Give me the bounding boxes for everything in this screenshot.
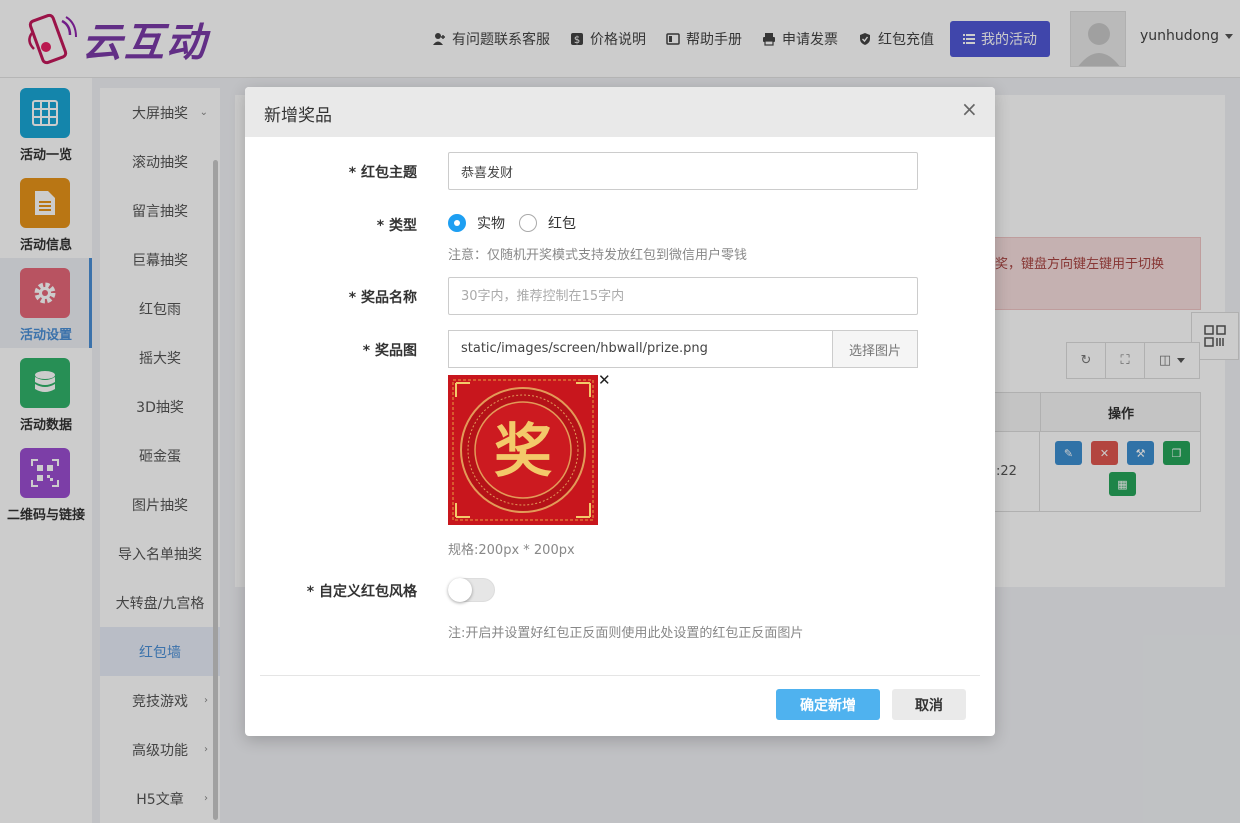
custom-style-toggle[interactable] bbox=[448, 578, 495, 602]
add-prize-dialog: 新增奖品 × * 红包主题 * 类型 实物 红包 注意：仅随机开奖模式支持发放红… bbox=[245, 87, 995, 736]
type-radio-red-packet[interactable]: 红包 bbox=[519, 213, 576, 233]
prize-image-character: 奖 bbox=[494, 417, 552, 485]
field-label-prize-name: * 奖品名称 bbox=[348, 290, 417, 306]
remove-image-icon[interactable]: ✕ bbox=[598, 371, 611, 389]
type-note: 注意：仅随机开奖模式支持发放红包到微信用户零钱 bbox=[448, 248, 748, 263]
prize-image-path-field[interactable]: static/images/screen/hbwall/prize.png bbox=[448, 330, 833, 368]
dialog-title: 新增奖品 bbox=[264, 106, 332, 126]
close-icon[interactable]: × bbox=[961, 99, 978, 119]
dialog-header: 新增奖品 × bbox=[245, 87, 995, 137]
prize-name-input[interactable] bbox=[448, 277, 918, 315]
confirm-add-button[interactable]: 确定新增 bbox=[776, 689, 880, 720]
type-option-label: 红包 bbox=[548, 216, 576, 232]
field-label-type: * 类型 bbox=[376, 218, 417, 234]
field-label-custom-style: * 自定义红包风格 bbox=[306, 584, 417, 600]
prize-image-spec: 规格:200px * 200px bbox=[448, 543, 575, 558]
radio-unchecked-icon bbox=[519, 214, 537, 232]
type-option-label: 实物 bbox=[477, 216, 505, 232]
type-radio-physical[interactable]: 实物 bbox=[448, 213, 505, 233]
theme-input[interactable] bbox=[448, 152, 918, 190]
field-label-prize-image: * 奖品图 bbox=[362, 343, 417, 359]
radio-checked-icon bbox=[448, 214, 466, 232]
choose-image-button[interactable]: 选择图片 bbox=[832, 330, 918, 368]
custom-style-note: 注:开启并设置好红包正反面则使用此处设置的红包正反面图片 bbox=[448, 626, 804, 641]
dialog-divider bbox=[260, 675, 980, 676]
toggle-knob bbox=[448, 578, 472, 602]
prize-image-preview: 奖 bbox=[448, 375, 598, 525]
field-label-theme: * 红包主题 bbox=[348, 165, 417, 181]
cancel-button[interactable]: 取消 bbox=[892, 689, 966, 720]
